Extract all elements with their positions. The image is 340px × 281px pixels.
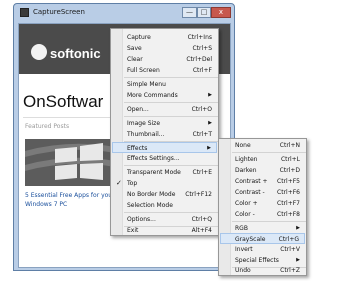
effect-item-contrast-minus[interactable]: Contrast - Ctrl+F6 bbox=[220, 187, 305, 198]
menu-item-label: None bbox=[235, 142, 251, 149]
minimize-button[interactable]: — bbox=[182, 7, 197, 18]
menu-item-label: Simple Menu bbox=[127, 81, 166, 88]
menu-separator bbox=[124, 102, 218, 103]
menu-item-shortcut: Ctrl+D bbox=[279, 167, 300, 174]
menu-item-label: Options... bbox=[127, 216, 156, 223]
menu-separator bbox=[124, 77, 218, 78]
effect-item-color-plus[interactable]: Color + Ctrl+F7 bbox=[220, 198, 305, 209]
menu-item-label: Transparent Mode bbox=[127, 169, 181, 176]
post-caption-line1[interactable]: 5 Essential Free Apps for your bbox=[25, 192, 115, 199]
menu-item-more-commands[interactable]: More Commands ▶ bbox=[112, 90, 217, 101]
menu-separator bbox=[124, 165, 218, 166]
menu-item-label: Undo bbox=[235, 267, 251, 274]
menu-item-shortcut: Ctrl+T bbox=[192, 131, 212, 138]
window-title: CaptureScreen bbox=[33, 8, 85, 16]
menu-item-shortcut: Alt+F4 bbox=[191, 227, 212, 234]
menu-item-image-size[interactable]: Image Size ▶ bbox=[112, 118, 217, 129]
menu-item-label: Clear bbox=[127, 56, 143, 63]
divider bbox=[23, 117, 123, 118]
menu-item-label: Color + bbox=[235, 200, 258, 207]
menu-item-shortcut: Ctrl+N bbox=[279, 142, 300, 149]
menu-item-effects[interactable]: Effects ▶ bbox=[112, 142, 217, 153]
menu-item-shortcut: Ctrl+Q bbox=[191, 216, 212, 223]
context-menu: Capture Ctrl+Ins Save Ctrl+S Clear Ctrl+… bbox=[110, 28, 219, 236]
menu-item-label: Top bbox=[127, 180, 138, 187]
menu-item-clear[interactable]: Clear Ctrl+Del bbox=[112, 54, 217, 65]
menu-item-label: Invert bbox=[235, 246, 253, 253]
menu-item-label: Effects Settings... bbox=[127, 155, 180, 162]
featured-posts-label: Featured Posts bbox=[25, 123, 70, 130]
menu-item-shortcut: Ctrl+Z bbox=[280, 267, 300, 274]
effect-item-color-minus[interactable]: Color - Ctrl+F8 bbox=[220, 209, 305, 220]
menu-separator bbox=[232, 221, 306, 222]
menu-separator bbox=[124, 116, 218, 117]
effects-submenu: None Ctrl+N Lighten Ctrl+L Darken Ctrl+D… bbox=[218, 138, 307, 276]
post-caption-line2[interactable]: Windows 7 PC bbox=[25, 201, 67, 208]
menu-item-no-border-mode[interactable]: No Border Mode Ctrl+F12 bbox=[112, 189, 217, 200]
menu-item-shortcut: Ctrl+S bbox=[192, 45, 212, 52]
menu-item-shortcut: Ctrl+F6 bbox=[277, 189, 300, 196]
checkmark-icon: ✓ bbox=[116, 179, 122, 187]
menu-item-effects-settings[interactable]: Effects Settings... bbox=[112, 153, 217, 164]
effect-item-lighten[interactable]: Lighten Ctrl+L bbox=[220, 154, 305, 165]
title-bar[interactable]: CaptureScreen — □ x bbox=[14, 4, 234, 21]
menu-item-capture[interactable]: Capture Ctrl+Ins bbox=[112, 32, 217, 43]
effect-item-none[interactable]: None Ctrl+N bbox=[220, 140, 305, 151]
menu-item-transparent-mode[interactable]: Transparent Mode Ctrl+E bbox=[112, 167, 217, 178]
menu-item-simple-menu[interactable]: Simple Menu bbox=[112, 79, 217, 90]
effect-item-invert[interactable]: Invert Ctrl+V bbox=[220, 244, 305, 255]
submenu-arrow-icon: ▶ bbox=[208, 92, 212, 98]
menu-item-shortcut: Ctrl+E bbox=[192, 169, 213, 176]
menu-item-save[interactable]: Save Ctrl+S bbox=[112, 43, 217, 54]
menu-item-label: Save bbox=[127, 45, 142, 52]
menu-item-shortcut: Ctrl+F8 bbox=[277, 211, 300, 218]
menu-item-label: Open... bbox=[127, 106, 149, 113]
menu-item-label: Capture bbox=[127, 34, 151, 41]
menu-item-shortcut: Ctrl+Ins bbox=[187, 34, 212, 41]
menu-separator bbox=[124, 212, 218, 213]
windows-logo-thumbnail[interactable] bbox=[25, 139, 115, 186]
menu-item-label: Exit bbox=[127, 227, 139, 234]
close-button[interactable]: x bbox=[211, 7, 231, 18]
menu-item-shortcut: Ctrl+V bbox=[280, 246, 300, 253]
menu-item-label: Thumbnail... bbox=[127, 131, 165, 138]
menu-item-label: Contrast - bbox=[235, 189, 265, 196]
effect-item-contrast-plus[interactable]: Contrast + Ctrl+F5 bbox=[220, 176, 305, 187]
menu-item-label: More Commands bbox=[127, 92, 178, 99]
menu-item-thumbnail[interactable]: Thumbnail... Ctrl+T bbox=[112, 129, 217, 140]
menu-item-shortcut: Ctrl+F7 bbox=[277, 200, 300, 207]
menu-item-shortcut: Ctrl+F bbox=[192, 67, 212, 74]
menu-separator bbox=[232, 152, 306, 153]
softonic-logo-text: softonic bbox=[50, 46, 101, 61]
menu-item-shortcut: Ctrl+Del bbox=[186, 56, 212, 63]
menu-item-label: No Border Mode bbox=[127, 191, 176, 198]
menu-item-label: Darken bbox=[235, 167, 257, 174]
app-icon[interactable] bbox=[20, 8, 29, 17]
menu-item-shortcut: Ctrl+F12 bbox=[185, 191, 212, 198]
menu-item-label: Contrast + bbox=[235, 178, 268, 185]
effect-item-darken[interactable]: Darken Ctrl+D bbox=[220, 165, 305, 176]
menu-item-exit[interactable]: Exit Alt+F4 bbox=[112, 225, 217, 236]
maximize-button[interactable]: □ bbox=[197, 7, 211, 18]
menu-item-label: Lighten bbox=[235, 156, 258, 163]
menu-item-label: Selection Mode bbox=[127, 202, 173, 209]
menu-item-label: Image Size bbox=[127, 120, 161, 127]
menu-item-selection-mode[interactable]: Selection Mode bbox=[112, 200, 217, 211]
menu-item-full-screen[interactable]: Full Screen Ctrl+F bbox=[112, 65, 217, 76]
softonic-logo-icon bbox=[31, 44, 47, 60]
site-heading: OnSoftwar bbox=[23, 92, 104, 111]
menu-item-top[interactable]: ✓ Top bbox=[112, 178, 217, 189]
menu-item-label: Color - bbox=[235, 211, 255, 218]
effect-item-undo[interactable]: Undo Ctrl+Z bbox=[220, 265, 305, 276]
effect-item-grayscale[interactable]: GrayScale Ctrl+G bbox=[220, 233, 305, 244]
submenu-arrow-icon: ▶ bbox=[208, 120, 212, 126]
menu-item-shortcut: Ctrl+L bbox=[280, 156, 300, 163]
menu-item-shortcut: Ctrl+F5 bbox=[277, 178, 300, 185]
menu-item-label: Full Screen bbox=[127, 67, 160, 74]
menu-item-shortcut: Ctrl+O bbox=[191, 106, 212, 113]
menu-item-open[interactable]: Open... Ctrl+O bbox=[112, 104, 217, 115]
menu-item-options[interactable]: Options... Ctrl+Q bbox=[112, 214, 217, 225]
